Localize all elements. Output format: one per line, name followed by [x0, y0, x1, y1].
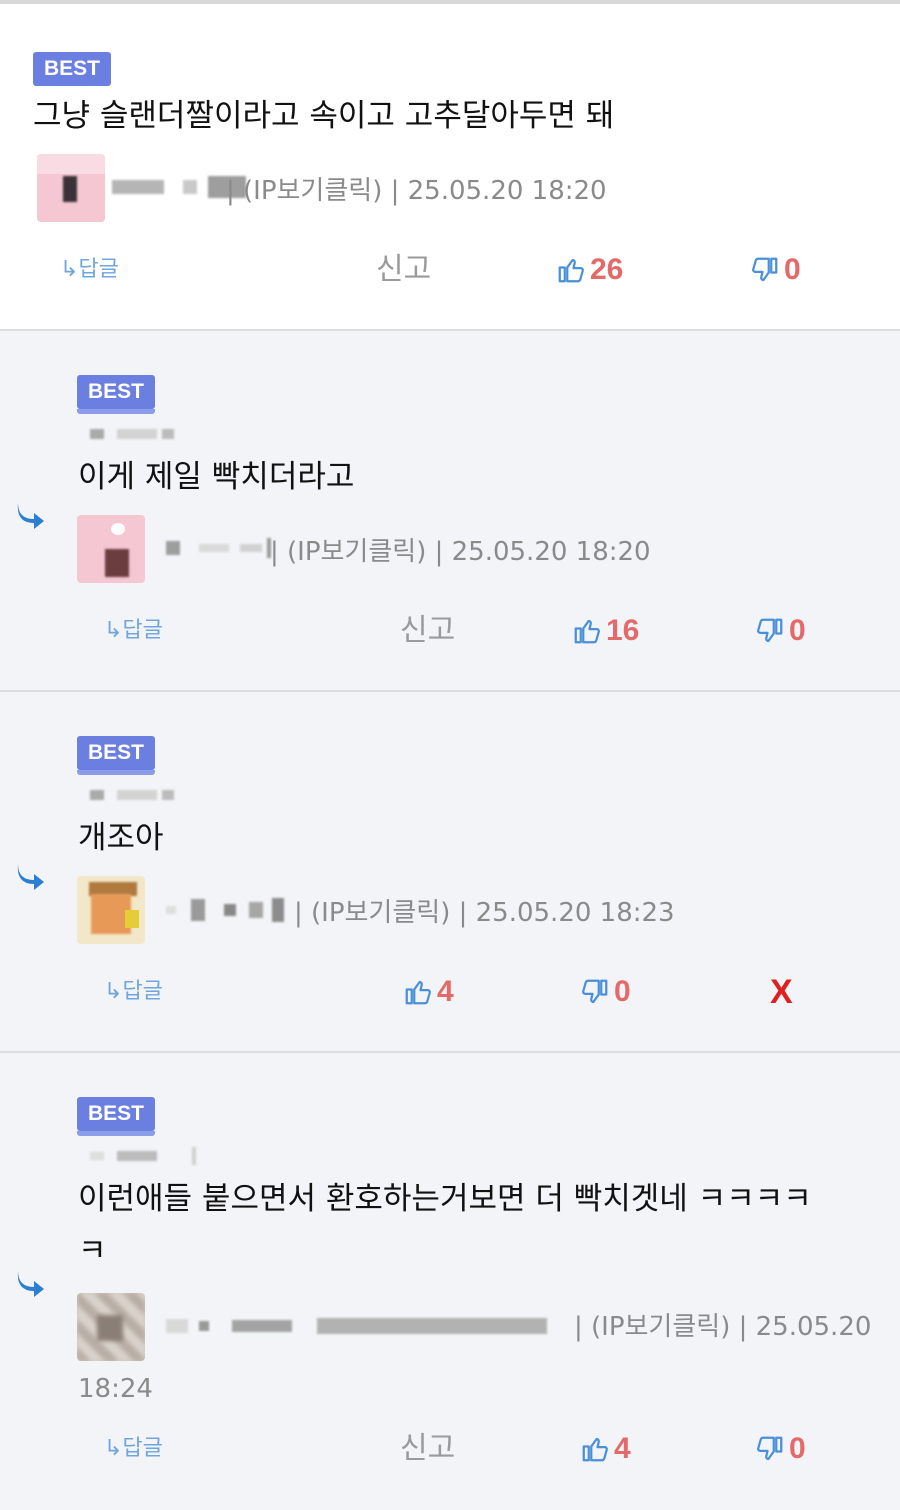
- username[interactable]: [166, 537, 272, 567]
- comment-item: BEST 그냥 슬랜더짤이라고 속이고 고추달아두면 돼 | (IP보기클릭) …: [0, 4, 900, 331]
- best-badge: BEST: [77, 375, 155, 414]
- downvote-button[interactable]: 0: [580, 975, 631, 1009]
- comment-item: BEST 이게 제일 빡치더라고 | (IP보기클릭) | 25.05.20 1…: [0, 331, 900, 692]
- downvote-count: 0: [789, 1432, 806, 1465]
- upvote-button[interactable]: 4: [403, 975, 454, 1009]
- comment-meta: | (IP보기클릭) | 25.05.20 18:20: [270, 537, 651, 567]
- reply-button[interactable]: ↳답글: [60, 253, 119, 287]
- reply-button[interactable]: ↳답글: [104, 1432, 163, 1466]
- thumbs-down-icon: [752, 257, 778, 282]
- thumbs-down-icon: [757, 618, 783, 643]
- parent-username: [90, 423, 175, 453]
- downvote-button[interactable]: 0: [750, 253, 801, 287]
- report-button[interactable]: 신고: [376, 253, 431, 287]
- report-button[interactable]: 신고: [400, 614, 455, 648]
- upvote-button[interactable]: 16: [572, 614, 639, 648]
- delete-button[interactable]: X: [770, 975, 793, 1009]
- downvote-button[interactable]: 0: [755, 1432, 806, 1466]
- thumbs-up-icon: [405, 980, 431, 1005]
- comment-meta: | (IP보기클릭) | 25.05.20 18:23: [294, 898, 675, 928]
- thumbs-down-icon: [582, 979, 608, 1004]
- thumbs-up-icon: [558, 258, 584, 283]
- username[interactable]: [166, 1315, 548, 1345]
- reply-arrow-icon: [17, 864, 44, 890]
- parent-username: [90, 784, 175, 814]
- parent-username: [90, 1145, 197, 1175]
- best-badge: BEST: [77, 736, 155, 775]
- comment-text-line-2: ㅋ: [78, 1233, 107, 1269]
- username[interactable]: [166, 898, 285, 928]
- reply-button[interactable]: ↳답글: [104, 614, 163, 648]
- comment-time: 18:24: [78, 1374, 153, 1404]
- avatar[interactable]: [77, 876, 145, 944]
- avatar[interactable]: [77, 1293, 145, 1361]
- comment-meta: | (IP보기클릭) | 25.05.20 18:20: [226, 176, 607, 206]
- reply-arrow-icon: [17, 1271, 44, 1297]
- comment-text-line-1: 이런애들 붙으면서 환호하는거보면 더 빡치겟네 ㅋㅋㅋㅋ: [78, 1181, 812, 1217]
- reply-button[interactable]: ↳답글: [104, 975, 163, 1009]
- upvote-count: 16: [606, 614, 640, 647]
- thumbs-up-icon: [574, 619, 600, 644]
- best-badge: BEST: [77, 1097, 155, 1136]
- comment-text: 이게 제일 빡치더라고: [78, 459, 355, 495]
- comment-item: BEST 이런애들 붙으면서 환호하는거보면 더 빡치겟네 ㅋㅋㅋㅋ ㅋ | (…: [0, 1053, 900, 1510]
- downvote-button[interactable]: 0: [755, 614, 806, 648]
- comment-item: BEST 개조아 | (IP보기클릭) | 25.05.20 18:23 ↳답글…: [0, 692, 900, 1053]
- upvote-count: 4: [437, 975, 454, 1008]
- comment-meta: | (IP보기클릭) | 25.05.20: [574, 1312, 872, 1342]
- avatar[interactable]: [37, 154, 105, 222]
- upvote-button[interactable]: 26: [556, 253, 623, 287]
- downvote-count: 0: [784, 253, 801, 286]
- upvote-button[interactable]: 4: [580, 1432, 631, 1466]
- downvote-count: 0: [789, 614, 806, 647]
- reply-arrow-icon: [17, 503, 44, 529]
- avatar[interactable]: [77, 515, 145, 583]
- comment-text: 그냥 슬랜더짤이라고 속이고 고추달아두면 돼: [33, 98, 615, 134]
- upvote-count: 26: [590, 253, 624, 286]
- upvote-count: 4: [614, 1432, 631, 1465]
- best-badge: BEST: [33, 52, 111, 86]
- report-button[interactable]: 신고: [400, 1432, 455, 1466]
- thumbs-down-icon: [757, 1436, 783, 1461]
- comment-text: 개조아: [78, 820, 164, 856]
- thumbs-up-icon: [582, 1437, 608, 1462]
- downvote-count: 0: [614, 975, 631, 1008]
